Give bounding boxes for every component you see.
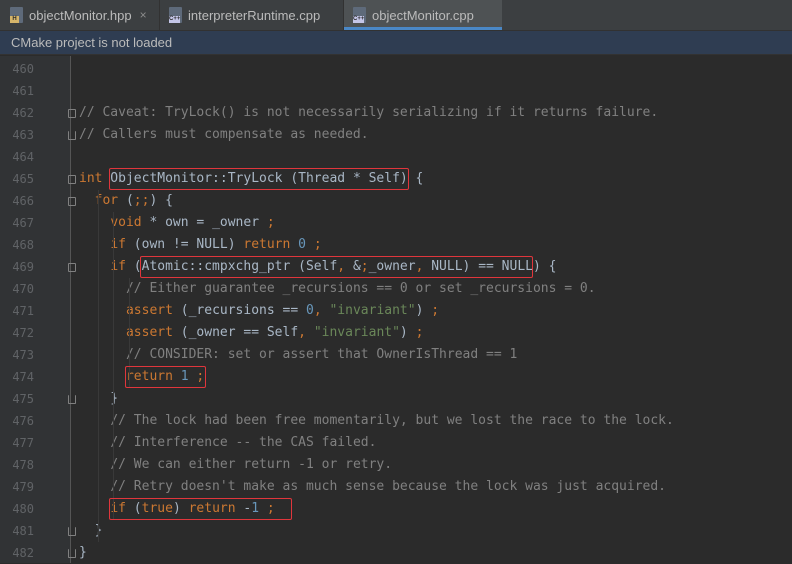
line-number: 482	[12, 546, 34, 560]
code-text: assert (_recursions == 0, "invariant") ;	[125, 303, 440, 318]
line-number: 474	[12, 370, 34, 384]
code-editor[interactable]: 460 461 462 // Caveat: TryLock() is not nec…	[0, 56, 792, 563]
line-number: 464	[12, 150, 34, 164]
tab-interpreterruntime-cpp[interactable]: C++ interpreterRuntime.cpp	[160, 0, 344, 30]
tab-objectmonitor-hpp[interactable]: H objectMonitor.hpp ×	[0, 0, 160, 30]
fold-end-icon[interactable]	[68, 549, 76, 558]
code-line[interactable]: 482}	[0, 542, 792, 564]
fold-toggle-icon[interactable]	[68, 197, 76, 206]
line-number: 462	[12, 106, 34, 120]
line-number: 460	[12, 62, 34, 76]
close-tab-icon[interactable]: ×	[140, 8, 147, 22]
code-text: // Retry doesn't make as much sense beca…	[110, 479, 667, 494]
code-line[interactable]: 461	[0, 80, 792, 102]
code-line[interactable]: 468 if (own != NULL) return 0 ;	[0, 234, 792, 256]
code-line[interactable]: 466 for (;;) {	[0, 190, 792, 212]
code-text: void * own = _owner ;	[110, 215, 275, 230]
line-number: 467	[12, 216, 34, 230]
tab-label: objectMonitor.hpp	[29, 7, 132, 23]
code-line[interactable]: 471 assert (_recursions == 0, "invariant…	[0, 300, 792, 322]
line-number: 466	[12, 194, 34, 208]
fold-toggle-icon[interactable]	[68, 109, 76, 118]
code-line[interactable]: 472 assert (_owner == Self, "invariant")…	[0, 322, 792, 344]
line-number: 479	[12, 480, 34, 494]
line-number: 478	[12, 458, 34, 472]
code-line[interactable]: 481 }	[0, 520, 792, 542]
line-number: 468	[12, 238, 34, 252]
code-text: }	[79, 545, 87, 560]
code-line[interactable]: 460	[0, 58, 792, 80]
code-line[interactable]: 463 // Callers must compensate as needed.	[0, 124, 792, 146]
line-number: 463	[12, 128, 34, 142]
line-number: 477	[12, 436, 34, 450]
code-text: for (;;) {	[94, 193, 173, 208]
tab-label: objectMonitor.cpp	[372, 7, 474, 23]
code-text: // We can either return -1 or retry.	[110, 457, 393, 472]
line-number: 469	[12, 260, 34, 274]
line-number: 470	[12, 282, 34, 296]
cpp-file-icon: C++	[353, 7, 366, 23]
code-text: // Interference -- the CAS failed.	[110, 435, 377, 450]
fold-end-icon[interactable]	[68, 395, 76, 404]
notification-text: CMake project is not loaded	[11, 35, 173, 50]
line-number: 480	[12, 502, 34, 516]
fold-end-icon[interactable]	[68, 527, 76, 536]
tab-label: interpreterRuntime.cpp	[188, 7, 321, 23]
code-text: // Callers must compensate as needed.	[79, 127, 369, 142]
tab-objectmonitor-cpp[interactable]: C++ objectMonitor.cpp	[344, 0, 502, 30]
code-line[interactable]: 473 // CONSIDER: set or assert that Owne…	[0, 344, 792, 366]
code-line[interactable]: 462 // Caveat: TryLock() is not necessari…	[0, 102, 792, 124]
code-text: // Caveat: TryLock() is not necessarily …	[79, 105, 659, 120]
code-line[interactable]: 467 void * own = _owner ;	[0, 212, 792, 234]
header-file-icon: H	[10, 7, 23, 23]
line-number: 473	[12, 348, 34, 362]
cmake-notification-bar: CMake project is not loaded	[0, 31, 792, 55]
code-line[interactable]: 464	[0, 146, 792, 168]
line-number: 481	[12, 524, 34, 538]
line-number: 472	[12, 326, 34, 340]
code-line[interactable]: 476 // The lock had been free momentaril…	[0, 410, 792, 432]
fold-end-icon[interactable]	[68, 131, 76, 140]
code-line[interactable]: 477 // Interference -- the CAS failed.	[0, 432, 792, 454]
indent-guide	[97, 190, 99, 542]
code-line[interactable]: 475 }	[0, 388, 792, 410]
cpp-file-icon: C++	[169, 7, 182, 23]
code-text: assert (_owner == Self, "invariant") ;	[125, 325, 424, 340]
code-highlight-box	[140, 256, 534, 278]
code-text: }	[79, 523, 103, 538]
fold-toggle-icon[interactable]	[68, 175, 76, 184]
code-text: if (own != NULL) return 0 ;	[110, 237, 322, 252]
line-number: 461	[12, 84, 34, 98]
code-line[interactable]: 474 return 1 ;	[0, 366, 792, 388]
code-line[interactable]: 478 // We can either return -1 or retry.	[0, 454, 792, 476]
code-highlight-box	[109, 168, 409, 190]
fold-toggle-icon[interactable]	[68, 263, 76, 272]
code-highlight-box	[109, 498, 292, 520]
code-text: // The lock had been free momentarily, b…	[110, 413, 674, 428]
code-line[interactable]: 470 // Either guarantee _recursions == 0…	[0, 278, 792, 300]
line-number: 465	[12, 172, 34, 186]
code-text: // Either guarantee _recursions == 0 or …	[125, 281, 596, 296]
code-line[interactable]: 479 // Retry doesn't make as much sense …	[0, 476, 792, 498]
code-highlight-box	[124, 366, 206, 388]
indent-guide	[113, 212, 115, 520]
code-text: // CONSIDER: set or assert that OwnerIsT…	[125, 347, 518, 362]
editor-tab-bar: H objectMonitor.hpp × C++ interpreterRun…	[0, 0, 792, 31]
line-number: 476	[12, 414, 34, 428]
line-number: 475	[12, 392, 34, 406]
line-number: 471	[12, 304, 34, 318]
